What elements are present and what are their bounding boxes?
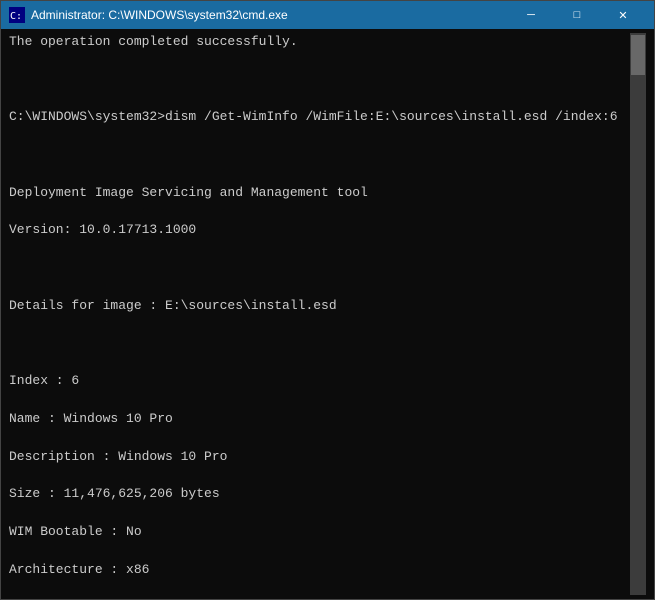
- console-line: Name : Windows 10 Pro: [9, 410, 626, 429]
- svg-text:C:: C:: [10, 11, 22, 22]
- console-line: Size : 11,476,625,206 bytes: [9, 485, 626, 504]
- window-controls: ─ □ ✕: [508, 1, 646, 29]
- console-line: Architecture : x86: [9, 561, 626, 580]
- console-line: [9, 146, 626, 165]
- scrollbar-thumb[interactable]: [631, 35, 645, 75]
- console-line: [9, 335, 626, 354]
- console-text-block: The operation completed successfully. C:…: [9, 33, 626, 595]
- console-line: Version: 10.0.17713.1000: [9, 221, 626, 240]
- console-output: The operation completed successfully. C:…: [9, 33, 630, 595]
- minimize-button[interactable]: ─: [508, 1, 554, 29]
- console-line: Index : 6: [9, 372, 626, 391]
- console-area: The operation completed successfully. C:…: [1, 29, 654, 599]
- console-line: WIM Bootable : No: [9, 523, 626, 542]
- scrollbar[interactable]: [630, 33, 646, 595]
- console-line: Details for image : E:\sources\install.e…: [9, 297, 626, 316]
- cmd-window: C: Administrator: C:\WINDOWS\system32\cm…: [0, 0, 655, 600]
- console-line: [9, 71, 626, 90]
- window-title: Administrator: C:\WINDOWS\system32\cmd.e…: [31, 8, 508, 22]
- console-line: Description : Windows 10 Pro: [9, 448, 626, 467]
- cmd-icon: C:: [9, 7, 25, 23]
- close-button[interactable]: ✕: [600, 1, 646, 29]
- titlebar: C: Administrator: C:\WINDOWS\system32\cm…: [1, 1, 654, 29]
- console-line: Deployment Image Servicing and Managemen…: [9, 184, 626, 203]
- console-line: C:\WINDOWS\system32>dism /Get-WimInfo /W…: [9, 108, 626, 127]
- console-line: The operation completed successfully.: [9, 33, 626, 52]
- console-line: [9, 259, 626, 278]
- maximize-button[interactable]: □: [554, 1, 600, 29]
